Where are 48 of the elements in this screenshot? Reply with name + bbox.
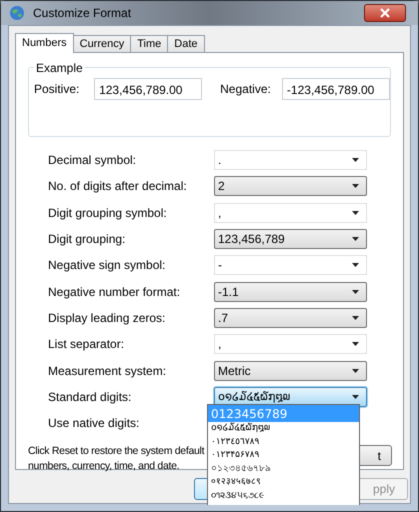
setting-label: No. of digits after decimal: <box>48 178 188 196</box>
caret-icon <box>352 368 359 373</box>
caret-icon <box>352 237 359 242</box>
dropdown[interactable]: Metric <box>214 360 367 381</box>
dropdown-option[interactable]: ০১২৩৪৫৬৭৮৯ <box>208 462 359 476</box>
negative-example-field: -123,456,789.00 <box>282 78 390 100</box>
caret-icon <box>352 290 359 294</box>
dropdown[interactable]: 123,456,789 <box>214 229 367 250</box>
caret-icon <box>352 210 359 215</box>
window-title: Customize Format <box>33 5 132 22</box>
caret-icon <box>352 316 359 320</box>
tab[interactable]: Date <box>167 35 205 52</box>
caret-icon <box>352 263 359 268</box>
dropdown[interactable]: ໐໑໒໓໔໕໖໗໘໙ <box>214 386 367 407</box>
setting-label: Digit grouping: <box>48 231 126 248</box>
setting-label: Decimal symbol: <box>48 152 138 170</box>
dropdown[interactable]: -1.1 <box>214 282 367 302</box>
caret-icon <box>352 394 359 399</box>
caret-icon <box>352 184 359 188</box>
setting-label: Digit grouping symbol: <box>48 204 168 222</box>
close-button[interactable] <box>364 4 406 22</box>
globe-icon <box>9 5 25 21</box>
dropdown-option[interactable]: ٠١٢٣٤٥٦٧٨٩ <box>208 436 359 449</box>
tab[interactable]: Numbers <box>15 33 74 53</box>
setting-label: Display leading zeros: <box>48 310 166 327</box>
field-label: Negative: <box>220 81 272 98</box>
setting-label: Use native digits: <box>48 415 140 432</box>
reset-note: Click Reset to restore the system default numbers, currency, time, and date. <box>28 444 206 474</box>
setting-label: List separator: <box>48 336 126 354</box>
setting-label: Standard digits: <box>48 388 132 406</box>
dropdown-option[interactable]: ۰۱۲۳۴۵۶۷۸۹ <box>208 449 359 462</box>
dropdown[interactable]: 2 <box>214 176 367 196</box>
setting-label: Negative sign symbol: <box>48 257 166 274</box>
positive-example-field: 123,456,789.00 <box>94 78 202 100</box>
field-label: Positive: <box>34 81 80 98</box>
dropdown[interactable]: . <box>214 150 367 170</box>
caret-icon <box>352 342 359 346</box>
dropdown[interactable]: - <box>214 255 367 276</box>
setting-label: Measurement system: <box>48 362 168 380</box>
dropdown[interactable]: , <box>214 202 367 223</box>
tab[interactable]: Time <box>130 35 168 52</box>
close-icon <box>380 8 390 18</box>
setting-label: Negative number format: <box>48 284 182 301</box>
dropdown[interactable]: , <box>214 334 367 354</box>
caret-icon <box>352 158 359 162</box>
tab[interactable]: Currency <box>72 35 132 52</box>
dropdown-option[interactable]: ໐໑໒໓໔໕໖໗໘໙ <box>208 422 359 436</box>
dropdown[interactable]: .7 <box>214 308 367 328</box>
